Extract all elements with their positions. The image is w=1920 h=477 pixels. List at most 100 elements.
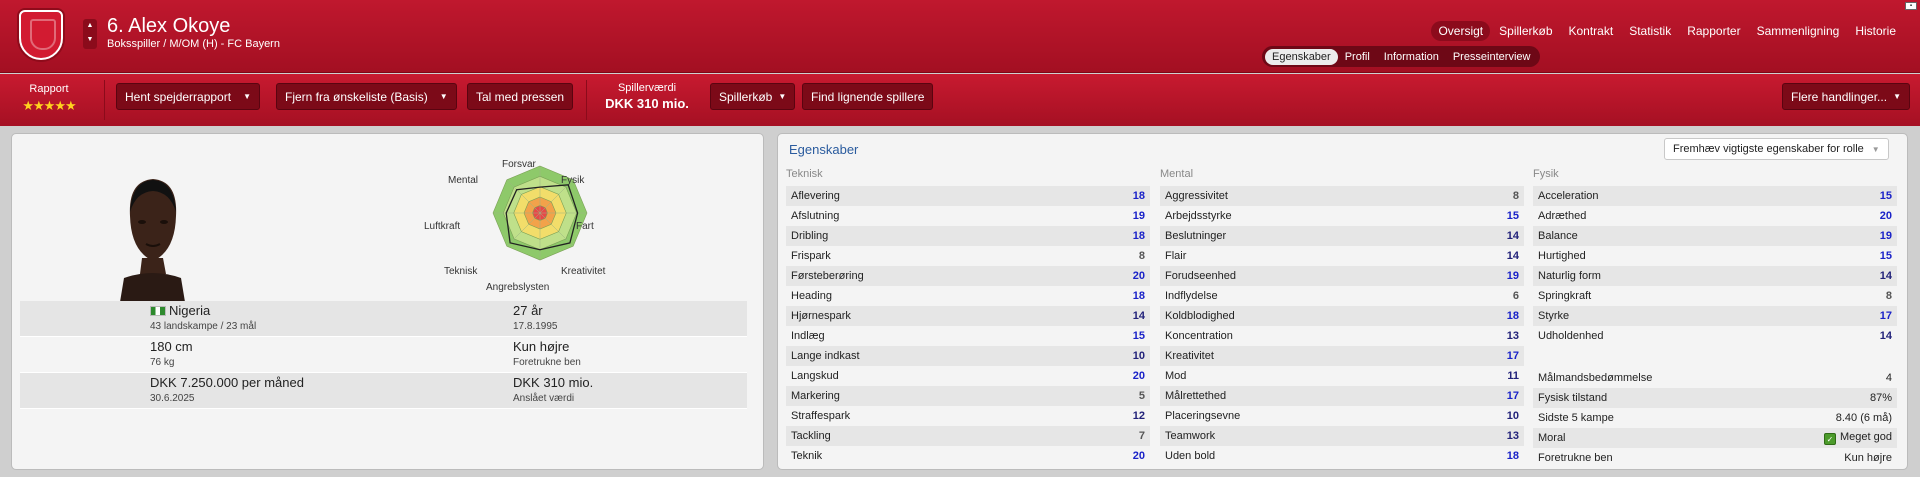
attribute-row[interactable]: Balance 19 <box>1533 226 1897 246</box>
attribute-row[interactable]: Uden bold 18 <box>1160 446 1524 466</box>
attribute-row[interactable]: Markering 5 <box>786 386 1150 406</box>
wage[interactable]: DKK 7.250.000 per måned <box>150 375 304 390</box>
attribute-row[interactable]: Beslutninger 14 <box>1160 226 1524 246</box>
attribute-row[interactable]: Mod 11 <box>1160 366 1524 386</box>
attribute-row[interactable]: Teamwork 13 <box>1160 426 1524 446</box>
attribute-value: 13 <box>1506 430 1519 442</box>
attribute-row[interactable]: Arbejdsstyrke 15 <box>1160 206 1524 226</box>
wishlist-button[interactable]: Fjern fra ønskeliste (Basis) ▼ <box>276 83 457 110</box>
attribute-row[interactable]: Placeringsevne 10 <box>1160 406 1524 426</box>
player-info-table: Nigeria 43 landskampe / 23 mål 27 år 17.… <box>20 301 747 409</box>
window-flag-icon[interactable]: ▪ <box>1905 2 1917 10</box>
subtab-profil[interactable]: Profil <box>1338 49 1377 65</box>
attribute-row[interactable]: Styrke 17 <box>1533 306 1897 326</box>
tab-spillerkob[interactable]: Spillerkøb <box>1492 21 1559 41</box>
attribute-row[interactable]: Aggressivitet 8 <box>1160 186 1524 206</box>
attribute-value: 8 <box>1885 290 1892 302</box>
attribute-row[interactable]: Udholdenhed 14 <box>1533 326 1897 346</box>
attribute-value: 17 <box>1506 390 1519 402</box>
club-crest-icon[interactable] <box>19 10 63 60</box>
attribute-row[interactable]: Straffespark 12 <box>786 406 1150 426</box>
more-actions-label: Flere handlinger... <box>1791 89 1888 104</box>
attribute-row[interactable]: Frispark 8 <box>786 246 1150 266</box>
rapport-rating[interactable]: Rapport ★★★★★ <box>12 83 86 114</box>
scout-report-button[interactable]: Hent spejderrapport ▼ <box>116 83 260 110</box>
attribute-value: 15 <box>1506 210 1519 222</box>
attribute-row[interactable]: Langskud 20 <box>786 366 1150 386</box>
attribute-name: Teamwork <box>1165 430 1216 442</box>
attribute-row[interactable]: Hurtighed 15 <box>1533 246 1897 266</box>
player-switch-arrows-icon[interactable]: ▲ ▼ <box>83 19 97 49</box>
subtab-egenskaber[interactable]: Egenskaber <box>1265 48 1338 65</box>
tab-sammenligning[interactable]: Sammenligning <box>1750 21 1847 41</box>
buy-button[interactable]: Spillerkøb ▼ <box>710 83 796 110</box>
contract-end: 30.6.2025 <box>150 393 195 404</box>
fysik-column: Fysik Acceleration 15 Adræthed 20 Balance 19 H… <box>1533 168 1897 468</box>
nationality[interactable]: Nigeria <box>150 303 210 318</box>
attribute-value: 8 <box>1138 250 1145 262</box>
attribute-row[interactable]: Fysisk tilstand 87% <box>1533 388 1897 408</box>
attribute-name: Placeringsevne <box>1165 410 1241 422</box>
subtab-information[interactable]: Information <box>1377 49 1446 65</box>
attribute-row[interactable]: Moral ✓ Meget god <box>1533 428 1897 448</box>
info-row: 180 cm 76 kg Kun højre Foretrukne ben <box>20 337 747 373</box>
mental-header: Mental <box>1160 168 1194 180</box>
press-button[interactable]: Tal med pressen <box>467 83 574 110</box>
attribute-row[interactable]: Målrettethed 17 <box>1160 386 1524 406</box>
attribute-value-text: Meget god <box>1840 431 1892 443</box>
attribute-row[interactable]: Sidste 5 kampe 8.40 (6 må) <box>1533 408 1897 428</box>
attribute-row[interactable]: Koldblodighed 18 <box>1160 306 1524 326</box>
attribute-row[interactable]: Lange indkast 10 <box>786 346 1150 366</box>
attribute-row[interactable]: Heading 18 <box>786 286 1150 306</box>
chevron-down-icon: ▼ <box>1871 144 1880 154</box>
attribute-row[interactable]: Førsteberøring 20 <box>786 266 1150 286</box>
tab-kontrakt[interactable]: Kontrakt <box>1562 21 1621 41</box>
attribute-row[interactable]: Teknik 20 <box>786 446 1150 466</box>
attribute-row[interactable]: Målmandsbedømmelse 4 <box>1533 368 1897 388</box>
tab-historie[interactable]: Historie <box>1848 21 1903 41</box>
info-row: Nigeria 43 landskampe / 23 mål 27 år 17.… <box>20 301 747 337</box>
attribute-row[interactable]: Aflevering 18 <box>786 186 1150 206</box>
attribute-value: 8 <box>1512 190 1519 202</box>
attribute-name: Indflydelse <box>1165 290 1218 302</box>
attribute-row[interactable]: Acceleration 15 <box>1533 186 1897 206</box>
attribute-row[interactable]: Hjørnespark 14 <box>786 306 1150 326</box>
attribute-name: Adræthed <box>1538 210 1587 222</box>
attribute-row[interactable]: Indflydelse 6 <box>1160 286 1524 306</box>
attribute-value: 14 <box>1879 330 1892 342</box>
preferred-foot-label: Foretrukne ben <box>513 357 581 368</box>
attribute-value: 19 <box>1132 210 1145 222</box>
attribute-row[interactable]: Naturlig form 14 <box>1533 266 1897 286</box>
tab-oversigt[interactable]: Oversigt <box>1431 21 1491 41</box>
tab-rapporter[interactable]: Rapporter <box>1680 21 1747 41</box>
attribute-row[interactable]: Afslutning 19 <box>786 206 1150 226</box>
attribute-row[interactable]: Springkraft 8 <box>1533 286 1897 306</box>
attribute-name: Koncentration <box>1165 330 1233 342</box>
attribute-value: 15 <box>1879 250 1892 262</box>
attribute-row[interactable]: Indlæg 15 <box>786 326 1150 346</box>
more-actions-button[interactable]: Flere handlinger... ▼ <box>1782 83 1910 110</box>
find-similar-button[interactable]: Find lignende spillere <box>802 83 934 110</box>
radar-label-luftkraft: Luftkraft <box>424 221 461 232</box>
attribute-row[interactable]: Kreativitet 17 <box>1160 346 1524 366</box>
tab-statistik[interactable]: Statistik <box>1622 21 1678 41</box>
attribute-row[interactable]: Forudseenhed 19 <box>1160 266 1524 286</box>
attribute-name: Sidste 5 kampe <box>1538 412 1614 424</box>
attribute-row[interactable]: Adræthed 20 <box>1533 206 1897 226</box>
attribute-value: 13 <box>1506 330 1519 342</box>
header-bar: ▲ ▼ 6. Alex Okoye Boksspiller / M/OM (H) … <box>0 0 1920 73</box>
toolbar-divider <box>586 80 587 120</box>
highlight-role-button[interactable]: Fremhæv vigtigste egenskaber for rolle ▼ <box>1664 138 1889 160</box>
attribute-row[interactable]: Tackling 7 <box>786 426 1150 446</box>
value-amount: DKK 310 mio. <box>605 96 689 111</box>
attribute-row[interactable]: Foretrukne ben Kun højre <box>1533 448 1897 468</box>
attribute-name: Forudseenhed <box>1165 270 1236 282</box>
attribute-row[interactable]: Koncentration 13 <box>1160 326 1524 346</box>
attribute-name: Udholdenhed <box>1538 330 1604 342</box>
attribute-value: 6 <box>1512 290 1519 302</box>
player-value: Spillerværdi DKK 310 mio. <box>602 82 692 111</box>
attribute-name: Fysisk tilstand <box>1538 392 1608 404</box>
subtab-presseinterview[interactable]: Presseinterview <box>1446 49 1538 65</box>
attribute-row[interactable]: Dribling 18 <box>786 226 1150 246</box>
attribute-row[interactable]: Flair 14 <box>1160 246 1524 266</box>
